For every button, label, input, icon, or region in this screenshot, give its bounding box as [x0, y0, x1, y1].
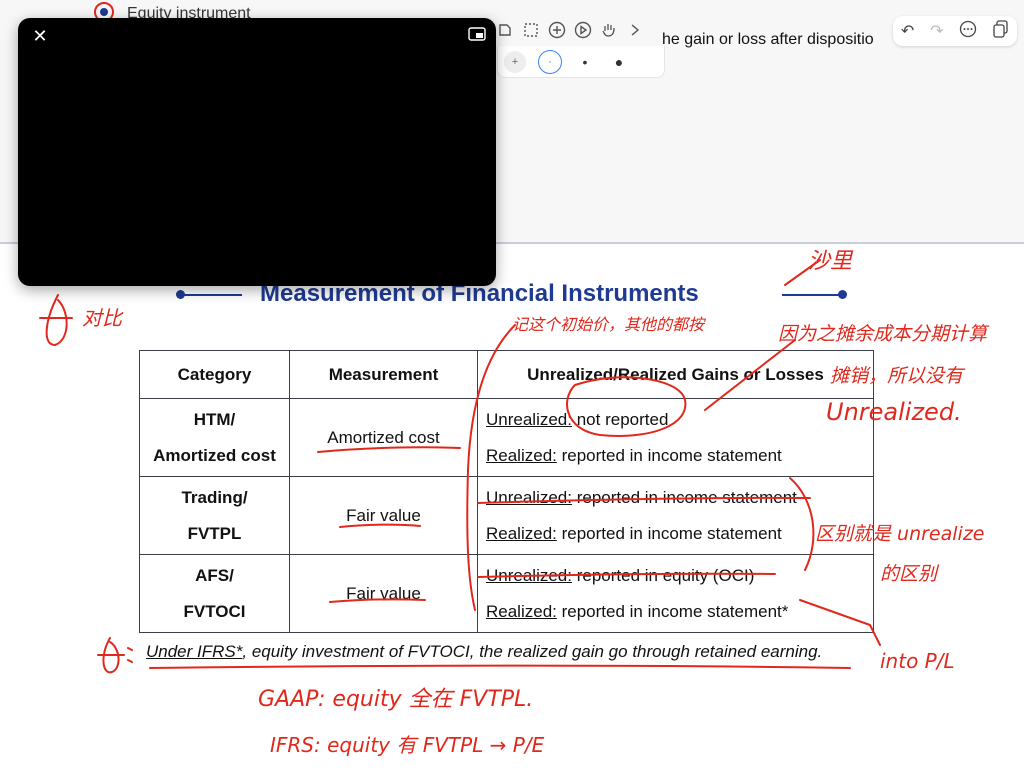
lasso-icon[interactable]: [496, 21, 514, 39]
realized-line: Realized: reported in income statement: [486, 516, 872, 552]
background-sentence: he gain or loss after dispositio: [662, 31, 874, 48]
category-line1: Trading/: [181, 487, 248, 507]
measurement-cell: Fair value: [289, 554, 478, 633]
category-line1: HTM/: [193, 409, 236, 429]
ink-note-top: 沙里: [808, 249, 854, 274]
realized-line: Realized: reported in income statement*: [486, 594, 872, 630]
add-icon[interactable]: [548, 21, 566, 39]
ink-note-diff-2: 的区别: [880, 563, 940, 585]
close-icon[interactable]: ✕: [30, 26, 50, 46]
realized-label: Realized:: [486, 523, 557, 543]
gains-cell: Unrealized: not reported Realized: repor…: [477, 398, 874, 477]
realized-label: Realized:: [486, 601, 557, 621]
table-row: AFS/ FVTOCI Fair value Unrealized: repor…: [139, 554, 874, 633]
header-category: Category: [139, 350, 290, 399]
category-cell: HTM/ Amortized cost: [139, 398, 290, 477]
undo-icon[interactable]: ↶: [901, 21, 914, 41]
document-actions-bar: ↶ ↷: [893, 16, 1017, 46]
unrealized-label: Unrealized:: [486, 487, 572, 507]
measurement-table: Category Measurement Unrealized/Realized…: [139, 350, 874, 633]
realized-text: reported in income statement: [556, 523, 782, 543]
chevron-right-icon[interactable]: [626, 21, 644, 39]
unrealized-text: reported in equity (OCI): [572, 565, 755, 585]
title-rule-right: [782, 294, 842, 296]
picture-in-picture-icon[interactable]: [468, 26, 486, 42]
hand-icon[interactable]: [600, 21, 618, 39]
pen-size-add[interactable]: +: [504, 50, 526, 73]
footnote-text: , equity investment of FVTOCI, the reali…: [242, 642, 823, 661]
unrealized-label: Unrealized:: [486, 565, 572, 585]
select-box-icon[interactable]: [522, 21, 540, 39]
unrealized-line: Unrealized: not reported: [486, 402, 872, 438]
ink-footnote-underline: [149, 664, 851, 669]
title-dot-right: [838, 290, 847, 299]
category-cell: AFS/ FVTOCI: [139, 554, 290, 633]
ink-note-amortized: 记这个初始价，其他的都按: [512, 315, 706, 334]
measurement-cell: Amortized cost: [289, 398, 478, 477]
ink-star-footnote: [97, 637, 133, 674]
table-header-row: Category Measurement Unrealized/Realized…: [139, 350, 874, 399]
ink-note-gaap: GAAP: equity 全在 FVTPL.: [258, 687, 533, 712]
realized-label: Realized:: [486, 445, 557, 465]
pen-size-bar: + · • ●: [497, 46, 665, 78]
ifrs-footnote: Under IFRS*, equity investment of FVTOCI…: [146, 642, 822, 662]
video-overlay[interactable]: ✕: [18, 18, 496, 286]
ink-note-ifrs: IFRS: equity 有 FVTPL → P/E: [270, 733, 545, 757]
table-row: Trading/ FVTPL Fair value Unrealized: re…: [139, 476, 874, 555]
ink-note-into: into P/L: [880, 649, 955, 673]
pen-size-large[interactable]: ●: [608, 51, 630, 73]
pages-icon[interactable]: [993, 19, 1009, 43]
ink-note-reason-1: 因为之摊余成本分期计算: [778, 323, 990, 345]
realized-line: Realized: reported in income statement: [486, 438, 872, 474]
header-gains-losses: Unrealized/Realized Gains or Losses: [477, 350, 874, 399]
category-cell: Trading/ FVTPL: [139, 476, 290, 555]
play-icon[interactable]: [574, 21, 592, 39]
category-line2: FVTPL: [187, 523, 242, 543]
pen-size-medium[interactable]: •: [574, 51, 596, 73]
title-rule-left: [182, 294, 242, 296]
unrealized-text: not reported: [572, 409, 669, 429]
gains-cell: Unrealized: reported in equity (OCI) Rea…: [477, 554, 874, 633]
pen-size-small[interactable]: ·: [538, 49, 562, 74]
drawing-toolbar: [490, 16, 670, 44]
unrealized-line: Unrealized: reported in income statement: [486, 480, 872, 516]
table-row: HTM/ Amortized cost Amortized cost Unrea…: [139, 398, 874, 477]
header-measurement: Measurement: [289, 350, 478, 399]
unrealized-line: Unrealized: reported in equity (OCI): [486, 558, 872, 594]
ink-note-compare: 对比: [82, 306, 124, 330]
realized-text: reported in income statement*: [556, 601, 789, 621]
gains-cell: Unrealized: reported in income statement…: [477, 476, 874, 555]
ink-star-left: [39, 294, 73, 346]
footnote-prefix: Under IFRS*: [146, 642, 243, 661]
realized-text: reported in income statement: [556, 445, 782, 465]
category-line1: AFS/: [195, 565, 234, 585]
more-icon[interactable]: [959, 20, 977, 43]
category-line2: FVTOCI: [183, 601, 246, 621]
measurement-cell: Fair value: [289, 476, 478, 555]
category-line2: Amortized cost: [153, 445, 276, 465]
unrealized-text: reported in income statement: [572, 487, 797, 507]
redo-icon[interactable]: ↷: [930, 21, 943, 41]
unrealized-label: Unrealized:: [486, 409, 572, 429]
